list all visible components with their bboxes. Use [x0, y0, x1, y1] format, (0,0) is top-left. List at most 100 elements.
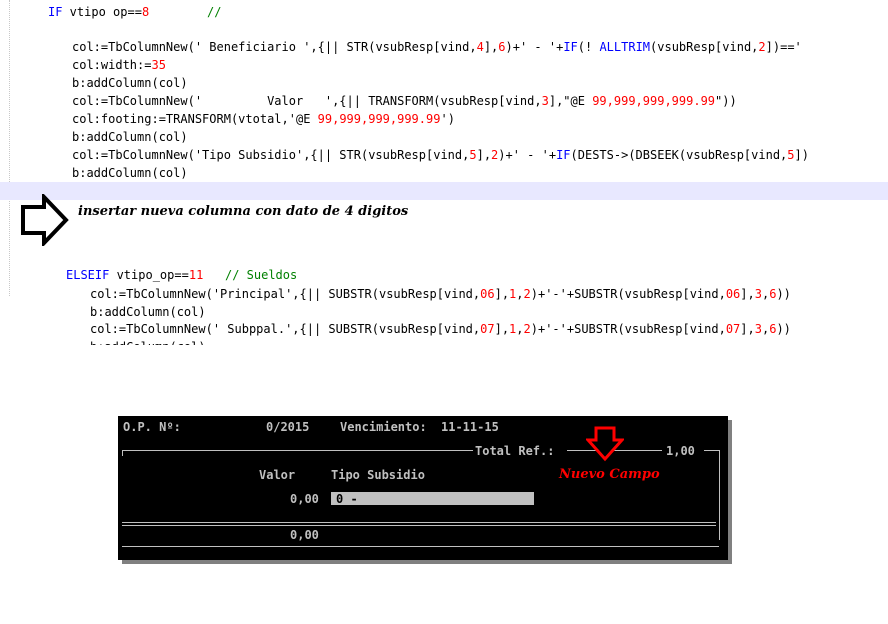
code-token: == — [127, 5, 142, 19]
code-line[interactable]: col:width:=35 — [72, 56, 166, 74]
code-token: 2 — [523, 287, 531, 301]
frame-bottom — [122, 546, 719, 547]
code-token: b:addColumn(col) — [72, 130, 188, 144]
code-line[interactable]: col:footing:=TRANSFORM(vtotal,'@E 99,999… — [72, 110, 455, 128]
code-token: IF — [563, 40, 578, 54]
frame-top-left — [122, 450, 473, 451]
code-line[interactable]: IF vtipo op==8 // — [48, 3, 221, 21]
code-token: col:=TbColumnNew('Tipo Subsidio',{|| STR… — [72, 148, 470, 162]
code-line[interactable]: b:addColumn(col) — [72, 164, 188, 182]
code-line[interactable]: b:addColumn(col) — [72, 74, 188, 92]
code-token: col:=TbColumnNew(' Subppal.',{|| SUBSTR(… — [90, 322, 481, 336]
code-token: ],"@E — [548, 94, 593, 108]
code-token: 5 — [469, 148, 477, 162]
footer-separator — [122, 522, 716, 523]
code-token: 5 — [787, 148, 795, 162]
code-token: 2 — [758, 40, 766, 54]
dos-screen: O.P. Nº: 0/2015 Vencimiento: 11-11-15 To… — [118, 416, 732, 564]
code-token: (! — [577, 40, 600, 54]
footer-separator — [122, 525, 716, 526]
code-line[interactable]: ELSEIF vtipo_op==11 // Sueldos — [66, 266, 297, 284]
code-token: col:=TbColumnNew(' — [72, 40, 203, 54]
code-token: ], — [740, 322, 755, 336]
code-token: ], — [476, 148, 492, 162]
code-token: ]) — [794, 148, 809, 162]
code-token: 06 — [480, 287, 495, 301]
frame-top-right — [704, 450, 720, 451]
screen-shadow — [728, 420, 732, 564]
code-token: 3 — [541, 94, 549, 108]
arrow-down-icon — [586, 426, 624, 462]
code-token: )+'-'+SUBSTR(vsubResp[vind, — [530, 322, 726, 336]
code-line[interactable]: col:=TbColumnNew(' Valor ',{|| TRANSFORM… — [72, 92, 737, 110]
arrow-right-icon — [21, 194, 69, 246]
code-token: b:addColumn(col) — [72, 76, 188, 90]
code-token: // — [206, 5, 222, 19]
code-token: 99,999,999,999.99 — [317, 112, 441, 126]
code-token: ], — [494, 287, 510, 301]
code-token: , — [516, 287, 524, 301]
code-line[interactable]: col:=TbColumnNew('Principal',{|| SUBSTR(… — [90, 285, 791, 303]
frame-left — [122, 450, 123, 456]
code-token: b:addColumn(col) — [72, 166, 188, 180]
screen-shadow — [122, 560, 732, 564]
code-token: 99,999,999,999.99 — [592, 94, 716, 108]
code-token: 3 — [754, 322, 762, 336]
code-token: ], — [740, 287, 755, 301]
column-header-tipo-subsidio: Tipo Subsidio — [331, 468, 425, 482]
code-token: )+' - '+ — [505, 40, 564, 54]
code-token: IF — [556, 148, 571, 162]
code-token: )) — [776, 322, 791, 336]
cell-tipo-subsidio-selected[interactable]: 0 - — [331, 492, 534, 506]
code-line[interactable]: b:addColumn(col) — [90, 303, 206, 321]
code-token: b:addColumn(col) — [90, 340, 206, 345]
code-token: vtipo — [62, 5, 114, 19]
code-token: col:footing:=TRANSFORM(vtotal,'@E — [72, 112, 318, 126]
frame-right — [719, 450, 720, 540]
code-line[interactable]: b:addColumn(col) — [72, 128, 188, 146]
code-token: ")) — [715, 94, 737, 108]
code-token: 07 — [725, 322, 741, 336]
column-header-valor: Valor — [259, 468, 296, 482]
annotation-text: insertar nueva columna con dato de 4 dig… — [78, 204, 409, 219]
code-token: ], — [494, 322, 510, 336]
code-token: b:addColumn(col) — [90, 305, 206, 319]
footer-valor: 0,00 — [290, 528, 319, 542]
code-token: ') — [440, 112, 455, 126]
code-token: Beneficiario — [202, 40, 304, 54]
code-token: 06 — [725, 287, 741, 301]
code-token: (DESTS->(DBSEEK(vsubResp[vind, — [570, 148, 788, 162]
code-token: ])==' — [765, 40, 802, 54]
code-token: 11 — [188, 268, 204, 282]
code-token: 07 — [480, 322, 495, 336]
code-token: )+' - '+ — [498, 148, 557, 162]
code-token: col:=TbColumnNew('Principal',{|| SUBSTR(… — [90, 287, 481, 301]
code-token: col:=TbColumnNew(' Valor ',{|| TRANSFORM… — [72, 94, 542, 108]
code-token: )+'-'+SUBSTR(vsubResp[vind, — [530, 287, 726, 301]
code-line[interactable]: col:=TbColumnNew(' Beneficiario ',{|| ST… — [72, 38, 802, 56]
code-line[interactable]: b:addColumn(col) — [90, 338, 206, 345]
code-editor[interactable]: IF vtipo op==8 // col:=TbColumnNew(' Ben… — [0, 0, 888, 345]
code-token: ALLTRIM — [599, 40, 651, 54]
code-token: IF — [48, 5, 63, 19]
cell-valor[interactable]: 0,00 — [290, 492, 319, 506]
code-line[interactable]: col:=TbColumnNew(' Subppal.',{|| SUBSTR(… — [90, 320, 791, 338]
code-token: (vsubResp[vind, — [650, 40, 759, 54]
code-token: , — [516, 322, 524, 336]
code-token: ',{|| STR(vsubResp[vind, — [303, 40, 477, 54]
vencimiento-value: 11-11-15 — [441, 420, 499, 434]
op-value: 0/2015 — [266, 420, 310, 434]
code-token: 2 — [523, 322, 531, 336]
current-line-highlight[interactable] — [0, 182, 888, 200]
op-label: O.P. Nº: — [123, 420, 181, 434]
total-value: 1,00 — [666, 444, 695, 458]
code-token: 35 — [151, 58, 166, 72]
code-token: 4 — [476, 40, 484, 54]
code-line[interactable]: col:=TbColumnNew('Tipo Subsidio',{|| STR… — [72, 146, 809, 164]
vencimiento-label: Vencimiento: — [340, 420, 427, 434]
code-token: ELSEIF — [66, 268, 110, 282]
code-token: col:width:= — [72, 58, 152, 72]
code-token: vtipo_op== — [109, 268, 189, 282]
